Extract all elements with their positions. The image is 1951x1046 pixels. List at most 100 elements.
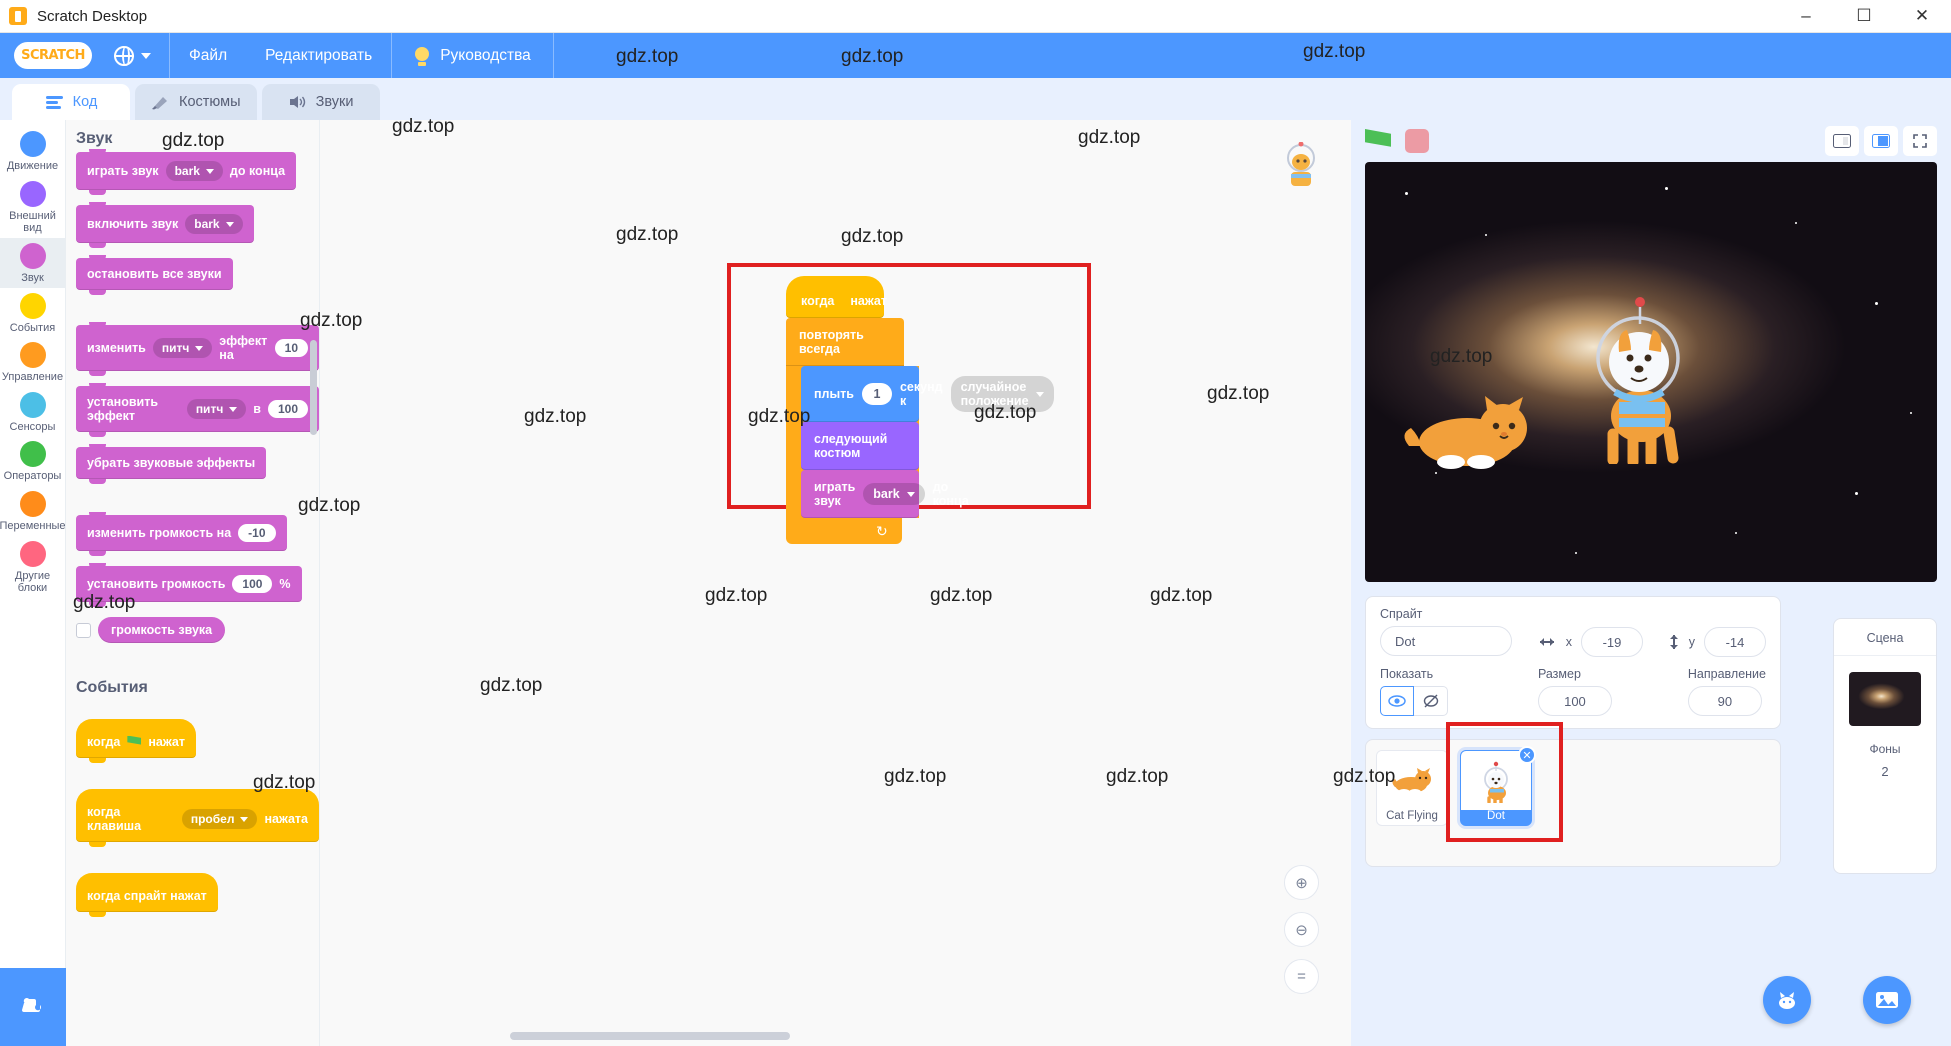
category-my-blocks[interactable]: Другие блоки [0, 536, 65, 598]
x-position-icon [1537, 636, 1557, 648]
sprite-thumb-label: Cat Flying [1386, 810, 1438, 822]
palette-block-when-sprite-clicked[interactable]: когда спрайт нажат [76, 873, 218, 912]
tab-code[interactable]: Код [12, 84, 130, 120]
close-button[interactable]: ✕ [1893, 0, 1951, 32]
language-selector[interactable] [92, 46, 169, 66]
category-label: Переменные [0, 520, 66, 533]
eye-icon[interactable] [1380, 686, 1414, 716]
add-extension-button[interactable] [0, 968, 66, 1046]
palette-block-when-key-pressed[interactable]: когда клавиша пробел нажата [76, 789, 319, 842]
zoom-reset-icon[interactable]: = [1284, 959, 1319, 994]
palette-block-set-effect[interactable]: установить эффект питч в 100 [76, 386, 319, 432]
code-icon [45, 94, 65, 110]
effect-dropdown[interactable]: питч [187, 399, 246, 419]
menu-divider-3 [553, 33, 554, 78]
scratch-logo[interactable]: SCRATCH [14, 42, 92, 69]
category-control[interactable]: Управление [0, 337, 65, 387]
block-text: когда [87, 735, 120, 749]
category-color-dot [20, 131, 46, 157]
tab-sounds-label: Звуки [316, 94, 354, 110]
add-backdrop-button[interactable] [1863, 976, 1911, 1024]
category-variables[interactable]: Переменные [0, 486, 65, 536]
menu-file[interactable]: Файл [170, 33, 246, 78]
number-input[interactable]: 100 [232, 575, 272, 593]
large-stage-icon[interactable] [1864, 126, 1898, 156]
menu-edit[interactable]: Редактировать [246, 33, 391, 78]
category-sensing[interactable]: Сенсоры [0, 387, 65, 437]
category-label: Операторы [4, 470, 62, 483]
palette-block-change-volume[interactable]: изменить громкость на -10 [76, 515, 287, 551]
category-label: Звук [21, 272, 44, 285]
palette-block-start-sound[interactable]: включить звук bark [76, 205, 254, 243]
tab-sounds[interactable]: Звуки [262, 84, 380, 120]
number-input[interactable]: 100 [268, 400, 308, 418]
zoom-out-icon[interactable]: ⊖ [1284, 912, 1319, 947]
palette-scrollbar[interactable] [310, 340, 317, 435]
sound-dropdown[interactable]: bark [185, 214, 242, 234]
delete-sprite-icon[interactable]: ✕ [1518, 746, 1536, 764]
sound-dropdown[interactable]: bark [863, 483, 924, 505]
category-events[interactable]: События [0, 288, 65, 338]
block-text: % [279, 577, 290, 591]
maximize-button[interactable]: ☐ [1835, 0, 1893, 32]
palette-block-play-sound-until-done[interactable]: играть звук bark до конца [76, 152, 296, 190]
palette-block-clear-effects[interactable]: убрать звуковые эффекты [76, 447, 266, 479]
category-sound[interactable]: Звук [0, 238, 65, 288]
seconds-input[interactable]: 1 [862, 383, 892, 405]
small-stage-icon[interactable] [1825, 126, 1859, 156]
palette-block-volume[interactable]: громкость звука [98, 617, 225, 643]
sprite-list: Cat Flying ✕ [1365, 739, 1781, 867]
stage[interactable] [1365, 162, 1937, 582]
palette-block-change-effect[interactable]: изменить питч эффект на 10 [76, 325, 319, 371]
block-forever[interactable]: повторять всегда [786, 318, 904, 366]
sound-dropdown[interactable]: bark [166, 161, 223, 181]
key-dropdown[interactable]: пробел [182, 809, 258, 829]
block-text: установить громкость [87, 577, 225, 591]
eye-slash-icon[interactable] [1414, 686, 1448, 716]
block-play-sound-until-done[interactable]: играть звук bark до конца [801, 470, 919, 518]
add-sprite-button[interactable] [1763, 976, 1811, 1024]
fullscreen-icon[interactable] [1903, 126, 1937, 156]
block-text: эффект на [219, 334, 267, 362]
glide-target-dropdown[interactable]: случайное положение [951, 376, 1054, 412]
minimize-button[interactable]: – [1777, 0, 1835, 32]
block-when-flag-clicked[interactable]: когда нажат [786, 276, 884, 318]
palette-block-stop-all-sounds[interactable]: остановить все звуки [76, 258, 233, 290]
code-workspace[interactable]: когда нажат повторять всегда плыть 1 сек… [320, 120, 1351, 1046]
stop-icon[interactable] [1405, 129, 1429, 153]
sprite-thumb-cat-flying[interactable]: Cat Flying [1376, 750, 1448, 826]
y-label: y [1689, 635, 1695, 649]
y-input[interactable]: -14 [1704, 627, 1766, 657]
block-palette[interactable]: Звук играть звук bark до конца включить … [66, 120, 320, 1046]
effect-dropdown[interactable]: питч [153, 338, 212, 358]
tab-costumes[interactable]: Костюмы [135, 84, 257, 120]
x-input[interactable]: -19 [1581, 627, 1643, 657]
number-input[interactable]: -10 [238, 524, 275, 542]
category-motion[interactable]: Движение [0, 126, 65, 176]
green-flag-icon[interactable] [1365, 128, 1391, 154]
block-glide-to-random[interactable]: плыть 1 секунд к случайное положение [801, 366, 919, 422]
workspace-horizontal-scrollbar[interactable] [510, 1032, 790, 1040]
zoom-in-icon[interactable]: ⊕ [1284, 865, 1319, 900]
block-text: секунд к [900, 380, 943, 408]
category-operators[interactable]: Операторы [0, 436, 65, 486]
size-input[interactable]: 100 [1538, 686, 1612, 716]
block-next-costume[interactable]: следующий костюм [801, 422, 919, 470]
chevron-down-icon [226, 222, 234, 227]
palette-block-set-volume[interactable]: установить громкость 100 % [76, 566, 302, 602]
sprite-name-label: Спрайт [1380, 607, 1512, 621]
category-label: Управление [2, 371, 63, 384]
sprite-thumb-dot[interactable]: ✕ Dot [1460, 750, 1532, 826]
volume-monitor-checkbox[interactable] [76, 623, 91, 638]
number-input[interactable]: 10 [275, 339, 308, 357]
x-label: x [1566, 635, 1572, 649]
menu-tutorials[interactable]: Руководства [392, 46, 553, 66]
direction-input[interactable]: 90 [1688, 686, 1762, 716]
category-looks[interactable]: Внешний вид [0, 176, 65, 238]
script-stack[interactable]: когда нажат повторять всегда плыть 1 сек… [786, 276, 919, 544]
chevron-down-icon [229, 407, 237, 412]
stage-panel[interactable]: Сцена Фоны 2 [1833, 618, 1937, 874]
palette-block-when-flag-clicked[interactable]: когда нажат [76, 719, 196, 758]
block-category-list: Движение Внешний вид Звук События Управл… [0, 120, 66, 1046]
sprite-name-input[interactable]: Dot [1380, 626, 1512, 656]
